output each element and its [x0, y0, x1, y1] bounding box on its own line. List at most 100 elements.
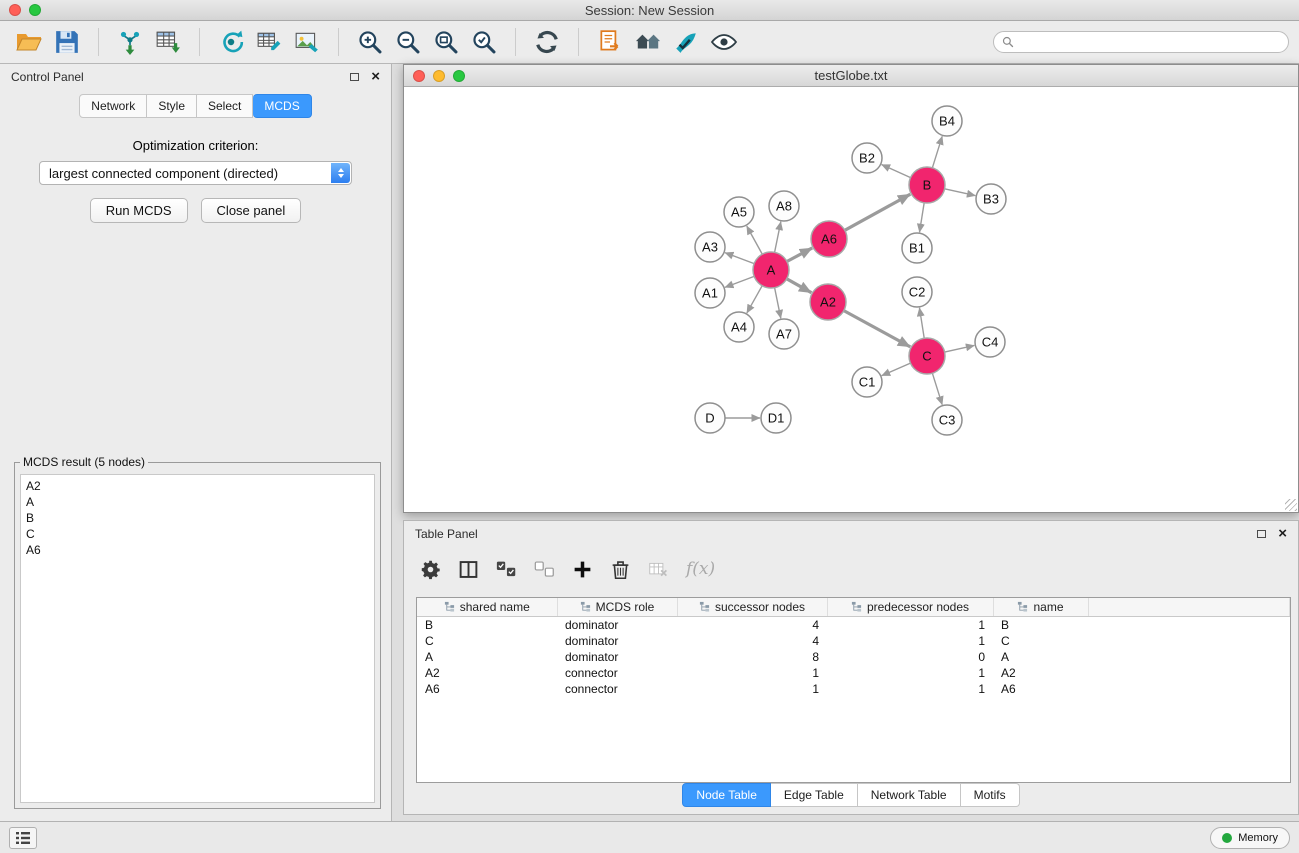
close-table-panel-icon[interactable]: × — [1278, 528, 1287, 540]
table-cell[interactable]: 4 — [677, 617, 827, 634]
edge-A-A4[interactable] — [747, 286, 762, 313]
tab-style[interactable]: Style — [147, 94, 197, 118]
eye-button[interactable] — [705, 26, 743, 58]
tab-edge-table[interactable]: Edge Table — [771, 783, 858, 807]
gear-button[interactable] — [420, 559, 441, 580]
add-row-button[interactable] — [572, 559, 593, 580]
node-table-container[interactable]: shared nameMCDS rolesuccessor nodesprede… — [416, 597, 1291, 783]
tab-mcds[interactable]: MCDS — [253, 94, 311, 118]
column-header-predecessor-nodes[interactable]: predecessor nodes — [827, 598, 993, 617]
refresh-layout-button[interactable] — [528, 26, 566, 58]
new-table-button[interactable] — [250, 26, 288, 58]
new-network-button[interactable] — [212, 26, 250, 58]
node-B[interactable]: B — [909, 167, 945, 203]
table-cell[interactable]: 4 — [677, 633, 827, 649]
delete-table-button[interactable] — [648, 559, 669, 580]
delete-row-button[interactable] — [610, 559, 631, 580]
node-A4[interactable]: A4 — [724, 312, 754, 342]
table-row[interactable]: A2connector11A2 — [417, 665, 1290, 681]
table-row[interactable]: Bdominator41B — [417, 617, 1290, 634]
node-C1[interactable]: C1 — [852, 367, 882, 397]
table-cell[interactable]: B — [993, 617, 1088, 634]
table-cell[interactable]: 8 — [677, 649, 827, 665]
table-row[interactable]: Cdominator41C — [417, 633, 1290, 649]
edge-B-B2[interactable] — [882, 165, 911, 178]
column-header-MCDS-role[interactable]: MCDS role — [557, 598, 677, 617]
table-cell[interactable]: A — [993, 649, 1088, 665]
node-A2[interactable]: A2 — [810, 284, 846, 320]
node-A1[interactable]: A1 — [695, 278, 725, 308]
edge-A-A5[interactable] — [747, 226, 763, 254]
zoom-in-button[interactable] — [351, 26, 389, 58]
style-apply-button[interactable] — [667, 26, 705, 58]
column-header-successor-nodes[interactable]: successor nodes — [677, 598, 827, 617]
import-network-button[interactable] — [111, 26, 149, 58]
open-folder-button[interactable] — [10, 26, 48, 58]
columns-button[interactable] — [458, 559, 479, 580]
edge-B-B1[interactable] — [920, 203, 925, 232]
node-A5[interactable]: A5 — [724, 197, 754, 227]
save-button[interactable] — [48, 26, 86, 58]
tab-select[interactable]: Select — [197, 94, 253, 118]
table-cell[interactable]: 1 — [827, 617, 993, 634]
export-image-button[interactable] — [288, 26, 326, 58]
node-A6[interactable]: A6 — [811, 221, 847, 257]
edge-A-A1[interactable] — [725, 276, 754, 287]
node-C4[interactable]: C4 — [975, 327, 1005, 357]
network-graph[interactable]: B4B2BB3A8A5A6A3B1AC2A1A2A4A7C4CC1DD1C3 — [404, 87, 1298, 512]
node-B3[interactable]: B3 — [976, 184, 1006, 214]
edge-A-A8[interactable] — [775, 222, 781, 253]
zoom-selected-button[interactable] — [465, 26, 503, 58]
edge-A6-B[interactable] — [845, 194, 911, 230]
edge-C-C4[interactable] — [945, 345, 975, 352]
table-row[interactable]: Adominator80A — [417, 649, 1290, 665]
zoom-window-icon[interactable] — [29, 4, 41, 16]
snapshot-button[interactable] — [591, 26, 629, 58]
float-table-panel-icon[interactable] — [1257, 530, 1266, 538]
table-cell[interactable]: 1 — [677, 681, 827, 697]
table-cell[interactable]: 1 — [827, 681, 993, 697]
edge-A-A2[interactable] — [787, 279, 812, 293]
edge-B-B4[interactable] — [932, 136, 942, 168]
table-cell[interactable]: dominator — [557, 649, 677, 665]
search-box[interactable] — [993, 31, 1289, 53]
node-A[interactable]: A — [753, 252, 789, 288]
table-cell[interactable]: dominator — [557, 617, 677, 634]
run-mcds-button[interactable]: Run MCDS — [90, 198, 188, 223]
select-all-button[interactable] — [496, 559, 517, 580]
deselect-all-button[interactable] — [534, 559, 555, 580]
search-input[interactable] — [1019, 35, 1280, 49]
node-C3[interactable]: C3 — [932, 405, 962, 435]
node-B1[interactable]: B1 — [902, 233, 932, 263]
table-row[interactable]: A6connector11A6 — [417, 681, 1290, 697]
close-panel-icon[interactable]: × — [371, 71, 380, 83]
edge-C-C1[interactable] — [882, 363, 911, 375]
resize-grip-icon[interactable] — [1285, 499, 1297, 511]
node-A7[interactable]: A7 — [769, 319, 799, 349]
node-A8[interactable]: A8 — [769, 191, 799, 221]
zoom-out-button[interactable] — [389, 26, 427, 58]
edge-C-C3[interactable] — [932, 373, 942, 405]
table-cell[interactable]: C — [417, 633, 557, 649]
tab-motifs[interactable]: Motifs — [961, 783, 1020, 807]
edge-A-A3[interactable] — [725, 253, 754, 264]
table-cell[interactable]: dominator — [557, 633, 677, 649]
table-cell[interactable]: A2 — [417, 665, 557, 681]
table-cell[interactable]: A — [417, 649, 557, 665]
tab-network[interactable]: Network — [79, 94, 147, 118]
memory-button[interactable]: Memory — [1210, 827, 1290, 849]
table-cell[interactable]: C — [993, 633, 1088, 649]
zoom-fit-button[interactable] — [427, 26, 465, 58]
table-cell[interactable]: connector — [557, 665, 677, 681]
node-B4[interactable]: B4 — [932, 106, 962, 136]
minimize-network-window-icon[interactable] — [433, 70, 445, 82]
node-B2[interactable]: B2 — [852, 143, 882, 173]
column-header-shared-name[interactable]: shared name — [417, 598, 557, 617]
edge-B-B3[interactable] — [945, 189, 976, 196]
column-header-name[interactable]: name — [993, 598, 1088, 617]
edge-A-A7[interactable] — [775, 288, 781, 319]
node-D[interactable]: D — [695, 403, 725, 433]
table-cell[interactable]: A6 — [417, 681, 557, 697]
optimization-dropdown[interactable]: largest connected component (directed) — [39, 161, 352, 185]
import-table-button[interactable] — [149, 26, 187, 58]
